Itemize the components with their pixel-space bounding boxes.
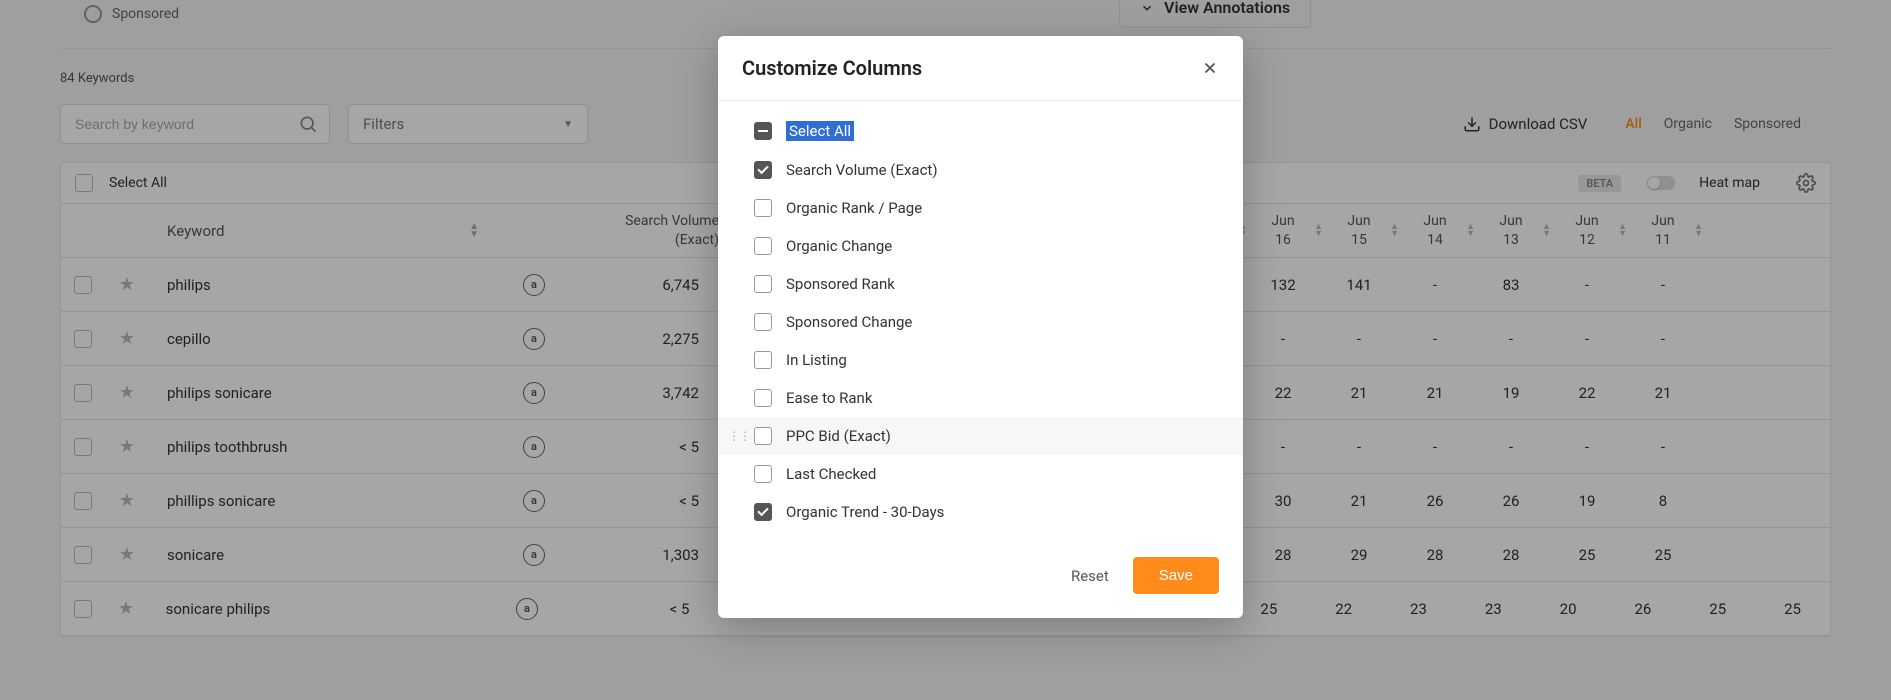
drag-handle-icon[interactable]: ⋮⋮ <box>728 429 750 443</box>
option-label: Organic Change <box>786 237 892 255</box>
option-label: Last Checked <box>786 465 876 483</box>
column-option[interactable]: ⋮⋮ Ease to Rank <box>718 379 1243 417</box>
reset-button[interactable]: Reset <box>1071 567 1109 585</box>
option-label: Ease to Rank <box>786 389 872 407</box>
option-label: Organic Rank / Page <box>786 199 922 217</box>
column-option[interactable]: ⋮⋮ Organic Trend - 30-Days <box>718 493 1243 531</box>
option-label: PPC Bid (Exact) <box>786 427 891 445</box>
option-label: In Listing <box>786 351 847 369</box>
option-checkbox[interactable] <box>754 275 772 293</box>
option-label: Search Volume (Exact) <box>786 161 938 179</box>
modal-title: Customize Columns <box>742 56 922 80</box>
close-icon[interactable] <box>1201 59 1219 77</box>
option-checkbox[interactable] <box>754 161 772 179</box>
option-label: Organic Trend - 30-Days <box>786 503 944 521</box>
option-checkbox[interactable] <box>754 351 772 369</box>
column-option[interactable]: ⋮⋮ Last Checked <box>718 455 1243 493</box>
column-option[interactable]: ⋮⋮ In Listing <box>718 341 1243 379</box>
option-checkbox[interactable] <box>754 503 772 521</box>
option-checkbox[interactable] <box>754 237 772 255</box>
option-checkbox[interactable] <box>754 389 772 407</box>
option-checkbox[interactable] <box>754 313 772 331</box>
option-checkbox[interactable] <box>754 199 772 217</box>
column-option[interactable]: ⋮⋮ Organic Rank / Page <box>718 189 1243 227</box>
column-option[interactable]: ⋮⋮ Sponsored Change <box>718 303 1243 341</box>
column-option[interactable]: ⋮⋮ Search Volume (Exact) <box>718 151 1243 189</box>
option-checkbox[interactable] <box>754 427 772 445</box>
column-option[interactable]: ⋮⋮ PPC Bid (Exact) <box>718 417 1243 455</box>
select-all-checkbox-modal[interactable] <box>754 122 772 140</box>
option-label: Sponsored Rank <box>786 275 895 293</box>
column-option[interactable]: ⋮⋮ Organic Change <box>718 227 1243 265</box>
select-all-highlight: Select All <box>786 121 854 141</box>
save-button[interactable]: Save <box>1133 557 1219 594</box>
select-all-option[interactable]: Select All <box>718 111 1243 151</box>
customize-columns-modal: Customize Columns Select All ⋮⋮ Search V… <box>718 36 1243 618</box>
column-option[interactable]: ⋮⋮ Sponsored Rank <box>718 265 1243 303</box>
option-label: Sponsored Change <box>786 313 912 331</box>
option-checkbox[interactable] <box>754 465 772 483</box>
